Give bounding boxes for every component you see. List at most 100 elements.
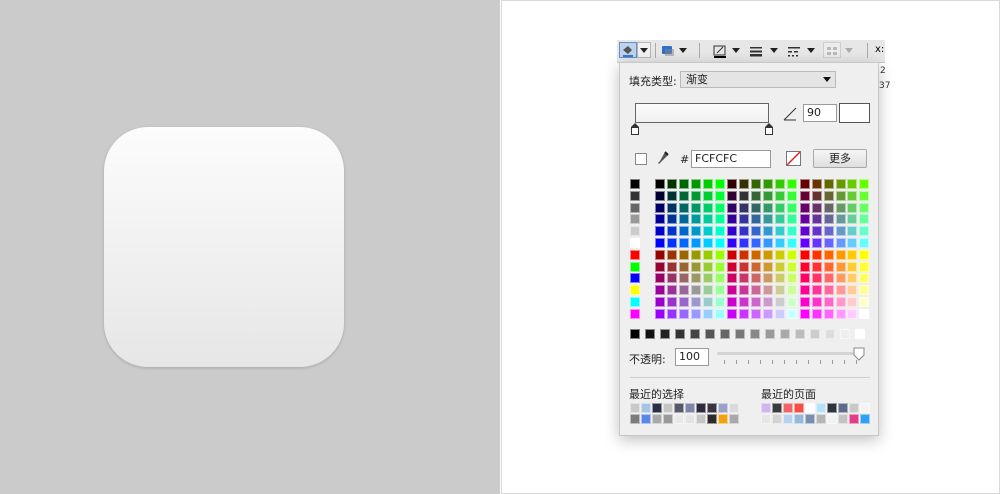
recent-page-swatch[interactable]: [772, 414, 782, 424]
palette-color-swatch[interactable]: [690, 297, 701, 307]
palette-color-swatch[interactable]: [739, 261, 750, 272]
palette-color-swatch[interactable]: [690, 249, 701, 260]
palette-color-swatch[interactable]: [751, 297, 762, 307]
palette-color-swatch[interactable]: [678, 308, 689, 319]
palette-color-swatch[interactable]: [811, 238, 822, 248]
palette-color-swatch[interactable]: [690, 261, 701, 272]
palette-color-swatch[interactable]: [666, 285, 677, 296]
palette-color-swatch[interactable]: [655, 214, 665, 225]
palette-color-swatch[interactable]: [799, 190, 810, 201]
palette-color-swatch[interactable]: [859, 285, 870, 296]
palette-color-swatch[interactable]: [655, 308, 665, 319]
palette-color-swatch[interactable]: [786, 238, 797, 248]
palette-color-swatch[interactable]: [847, 249, 858, 260]
palette-color-swatch[interactable]: [799, 297, 810, 307]
grayscale-swatch[interactable]: [855, 329, 865, 339]
palette-color-swatch[interactable]: [655, 179, 665, 189]
palette-color-swatch[interactable]: [859, 179, 870, 189]
grayscale-swatch[interactable]: [765, 329, 775, 339]
palette-color-swatch[interactable]: [847, 285, 858, 296]
basic-color-swatch[interactable]: [630, 261, 640, 272]
grayscale-swatch[interactable]: [840, 329, 850, 339]
palette-color-swatch[interactable]: [666, 190, 677, 201]
recent-selection-swatch[interactable]: [696, 403, 706, 413]
palette-color-swatch[interactable]: [678, 273, 689, 284]
palette-color-swatch[interactable]: [799, 261, 810, 272]
palette-color-swatch[interactable]: [702, 308, 713, 319]
palette-color-swatch[interactable]: [811, 261, 822, 272]
palette-color-swatch[interactable]: [763, 308, 774, 319]
palette-color-swatch[interactable]: [702, 214, 713, 225]
palette-color-swatch[interactable]: [835, 190, 846, 201]
palette-color-swatch[interactable]: [799, 238, 810, 248]
palette-color-swatch[interactable]: [751, 261, 762, 272]
recent-page-swatch[interactable]: [783, 403, 793, 413]
palette-color-swatch[interactable]: [666, 214, 677, 225]
palette-color-swatch[interactable]: [727, 249, 738, 260]
recent-selection-swatch[interactable]: [663, 403, 673, 413]
palette-color-swatch[interactable]: [655, 238, 665, 248]
palette-color-swatch[interactable]: [799, 249, 810, 260]
palette-color-swatch[interactable]: [655, 226, 665, 237]
palette-color-swatch[interactable]: [763, 285, 774, 296]
stroke-button[interactable]: [711, 42, 729, 58]
palette-color-swatch[interactable]: [666, 273, 677, 284]
palette-color-swatch[interactable]: [678, 179, 689, 189]
grayscale-swatch[interactable]: [675, 329, 685, 339]
palette-color-swatch[interactable]: [775, 285, 785, 296]
palette-color-swatch[interactable]: [751, 226, 762, 237]
palette-color-swatch[interactable]: [714, 261, 725, 272]
palette-color-swatch[interactable]: [655, 297, 665, 307]
palette-color-swatch[interactable]: [727, 238, 738, 248]
palette-color-swatch[interactable]: [775, 297, 785, 307]
grayscale-swatch[interactable]: [705, 329, 715, 339]
line-weight-button[interactable]: [747, 42, 765, 58]
palette-color-swatch[interactable]: [786, 214, 797, 225]
palette-color-swatch[interactable]: [859, 297, 870, 307]
palette-color-swatch[interactable]: [786, 190, 797, 201]
palette-color-swatch[interactable]: [690, 238, 701, 248]
palette-color-swatch[interactable]: [751, 238, 762, 248]
palette-color-swatch[interactable]: [811, 202, 822, 213]
recent-selection-swatch[interactable]: [718, 414, 728, 424]
palette-color-swatch[interactable]: [811, 190, 822, 201]
palette-color-swatch[interactable]: [690, 285, 701, 296]
arrange-dropdown-icon[interactable]: [845, 48, 853, 53]
palette-color-swatch[interactable]: [751, 214, 762, 225]
palette-color-swatch[interactable]: [847, 179, 858, 189]
recent-selection-swatch[interactable]: [641, 403, 651, 413]
palette-color-swatch[interactable]: [702, 249, 713, 260]
recent-page-swatch[interactable]: [816, 414, 826, 424]
palette-color-swatch[interactable]: [823, 179, 834, 189]
palette-color-swatch[interactable]: [727, 214, 738, 225]
palette-color-swatch[interactable]: [739, 308, 750, 319]
palette-color-swatch[interactable]: [811, 285, 822, 296]
recent-selection-swatch[interactable]: [685, 414, 695, 424]
basic-color-swatch[interactable]: [630, 179, 640, 189]
recent-selection-swatch[interactable]: [663, 414, 673, 424]
recent-selection-swatch[interactable]: [641, 414, 651, 424]
palette-color-swatch[interactable]: [727, 261, 738, 272]
palette-color-swatch[interactable]: [847, 261, 858, 272]
palette-color-swatch[interactable]: [666, 249, 677, 260]
palette-color-swatch[interactable]: [799, 179, 810, 189]
basic-color-swatch[interactable]: [630, 214, 640, 225]
palette-color-swatch[interactable]: [775, 214, 785, 225]
palette-color-swatch[interactable]: [835, 249, 846, 260]
palette-color-swatch[interactable]: [666, 308, 677, 319]
recent-page-swatch[interactable]: [849, 414, 859, 424]
palette-color-swatch[interactable]: [835, 179, 846, 189]
palette-color-swatch[interactable]: [678, 226, 689, 237]
palette-color-swatch[interactable]: [799, 285, 810, 296]
palette-color-swatch[interactable]: [739, 238, 750, 248]
recent-page-swatch[interactable]: [860, 403, 870, 413]
recent-page-swatch[interactable]: [816, 403, 826, 413]
palette-color-swatch[interactable]: [739, 273, 750, 284]
recent-selection-swatch[interactable]: [674, 403, 684, 413]
recent-page-swatch[interactable]: [838, 414, 848, 424]
palette-color-swatch[interactable]: [763, 261, 774, 272]
palette-color-swatch[interactable]: [739, 190, 750, 201]
recent-selection-swatch[interactable]: [707, 414, 717, 424]
palette-color-swatch[interactable]: [655, 190, 665, 201]
gradient-stop-right[interactable]: [765, 123, 773, 135]
